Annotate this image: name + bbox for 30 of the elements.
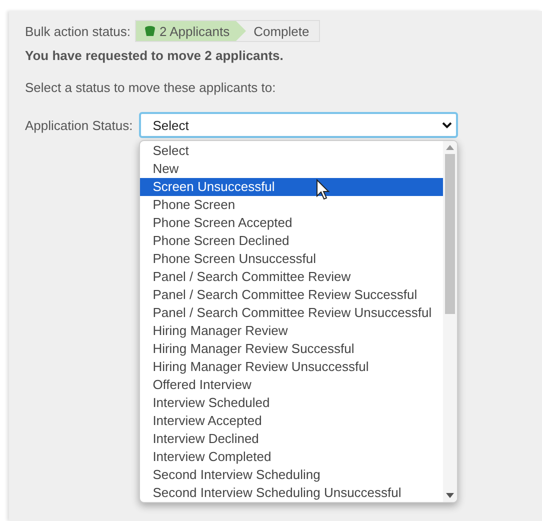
instruction-text: Select a status to move these applicants to: — [25, 80, 277, 95]
chevron-icon — [442, 122, 452, 128]
dropdown-option[interactable]: Interview Completed — [140, 448, 443, 466]
dropdown-option[interactable]: Hiring Manager Review — [140, 322, 443, 340]
dropdown-option[interactable]: Offered Interview — [140, 376, 443, 394]
status-label: Bulk action status: — [25, 24, 130, 38]
dropdown-option[interactable]: Panel / Search Committee Review Unsuccessful — [140, 304, 443, 322]
dropdown-option[interactable]: Interview Accepted — [140, 412, 443, 430]
dropdown-option[interactable]: Second Interview Scheduling Unsuccessful — [140, 484, 443, 502]
scroll-down-icon[interactable] — [446, 493, 454, 498]
dropdown-option[interactable]: Interview Scheduled — [140, 394, 443, 412]
dropdown-option[interactable]: Panel / Search Committee Review Successful — [140, 286, 443, 304]
dropdown-option[interactable]: Phone Screen Unsuccessful — [140, 250, 443, 268]
scrollbar[interactable] — [442, 141, 457, 502]
pointer-cursor-icon — [316, 179, 330, 201]
dropdown-option[interactable]: Second Interview Scheduling — [140, 466, 443, 484]
dropdown-option[interactable]: Hiring Manager Review Successful — [140, 340, 443, 358]
dropdown-option[interactable]: Panel / Search Committee Review — [140, 268, 443, 286]
dropdown-option[interactable]: Phone Screen Accepted — [140, 214, 443, 232]
status-dropdown[interactable]: Select — [138, 112, 458, 138]
confirmation-message: You have requested to move 2 applicants. — [25, 48, 284, 63]
dropdown-option[interactable]: New — [140, 160, 443, 178]
dropdown-option[interactable]: Interview Declined — [140, 430, 443, 448]
dropdown-option[interactable]: Hiring Manager Review Unsuccessful — [140, 358, 443, 376]
field-label: Application Status: — [25, 118, 133, 133]
dropdown-option[interactable]: Phone Screen — [140, 196, 443, 214]
scroll-up-icon[interactable] — [446, 145, 454, 150]
dropdown-option[interactable]: Phone Screen Declined — [140, 232, 443, 250]
dropdown-option[interactable]: Select — [140, 142, 443, 160]
bucket-icon — [144, 25, 156, 37]
